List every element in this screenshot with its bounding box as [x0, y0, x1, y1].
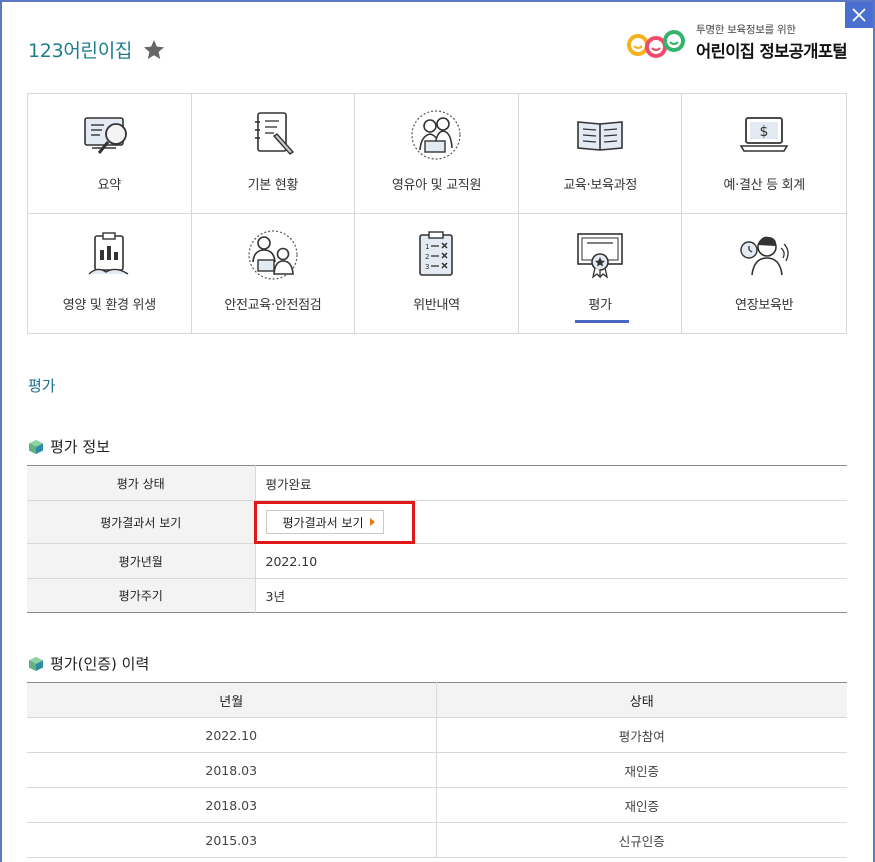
night-care-icon — [740, 236, 789, 276]
menu-item-label: 영양 및 환경 위생 — [62, 298, 156, 313]
notepad-pencil-icon — [254, 112, 294, 155]
portal-logo: 투명한 보육정보를 위한 어린이집 정보공개포털 — [626, 22, 848, 62]
menu-item-label: 예·결산 등 회계 — [723, 178, 805, 193]
svg-text:3: 3 — [425, 263, 429, 271]
history-status: 재인증 — [436, 787, 847, 823]
menu-item-label: 영유아 및 교직원 — [391, 178, 482, 193]
menu-item-nutrition-hygiene[interactable]: 영양 및 환경 위생 — [28, 214, 192, 333]
cube-bullet-icon — [29, 656, 43, 671]
teacher-child-icon — [411, 110, 462, 160]
menu-item-children-staff[interactable]: 영유아 및 교직원 — [355, 94, 519, 214]
cycle-label: 평가주기 — [27, 578, 256, 613]
clipboard-chart-icon — [88, 232, 129, 275]
history-date: 2018.03 — [27, 787, 437, 823]
history-table: 년월 상태 2022.10 평가참여 2018.03 재인증 2018.03 재… — [27, 682, 847, 858]
menu-item-violations[interactable]: 1 2 3 위반내역 — [355, 214, 519, 333]
table-row: 2018.03 재인증 — [27, 787, 847, 823]
history-date: 2015.03 — [27, 822, 437, 858]
menu-item-label: 위반내역 — [413, 298, 460, 313]
laptop-dollar-icon: $ — [739, 117, 789, 152]
history-status: 신규인증 — [436, 822, 847, 858]
history-status: 평가참여 — [436, 717, 847, 753]
table-row: 2015.03 신규인증 — [27, 822, 847, 858]
menu-item-label: 요약 — [97, 178, 122, 193]
view-report-button-label: 평가결과서 보기 — [282, 515, 364, 530]
eval-info-heading-text: 평가 정보 — [50, 438, 110, 456]
menu-item-label: 평가 — [588, 298, 612, 313]
table-row: 평가년월 2022.10 — [27, 543, 847, 579]
table-header-row: 년월 상태 — [27, 682, 847, 718]
history-date: 2018.03 — [27, 752, 437, 788]
menu-item-accounting[interactable]: $ 예·결산 등 회계 — [682, 94, 846, 214]
menu-item-summary[interactable]: 요약 — [28, 94, 192, 214]
close-icon — [852, 8, 866, 22]
logo-title: 어린이집 정보공개포털 — [696, 42, 848, 61]
summary-magnifier-icon — [84, 117, 128, 154]
logo-subtitle: 투명한 보육정보를 위한 — [696, 24, 796, 36]
triangle-right-icon — [369, 518, 375, 526]
active-tab-indicator — [574, 320, 629, 323]
menu-item-label: 교육·보육과정 — [563, 178, 637, 193]
table-row: 2022.10 평가참여 — [27, 717, 847, 753]
close-button[interactable] — [845, 2, 873, 28]
history-status: 재인증 — [436, 752, 847, 788]
safety-meeting-icon — [248, 230, 298, 280]
checklist-x-icon: 1 2 3 — [419, 231, 454, 276]
page-title: 123어린이집 — [28, 40, 133, 62]
table-row: 2018.03 재인증 — [27, 752, 847, 788]
column-header: 년월 — [27, 682, 437, 718]
svg-text:2: 2 — [425, 253, 429, 261]
menu-item-label: 기본 현황 — [247, 178, 299, 193]
category-menu: 요약 기본 현황 영유아 및 교직원 교육·보육과정 $ 예·결산 등 회계 영… — [27, 93, 847, 334]
menu-item-evaluation[interactable]: 평가 — [519, 214, 683, 333]
section-title: 평가 — [28, 377, 56, 395]
status-value: 평가완료 — [255, 465, 847, 501]
date-value: 2022.10 — [255, 543, 847, 579]
menu-item-label: 안전교육·안전점검 — [224, 298, 322, 313]
eval-info-table: 평가 상태 평가완료 평가결과서 보기 평가결과서 보기 평가년월 2022.1… — [27, 465, 847, 613]
header: 123어린이집 — [28, 36, 166, 63]
history-date: 2022.10 — [27, 717, 437, 753]
eval-info-heading: 평가 정보 — [28, 436, 110, 457]
status-label: 평가 상태 — [27, 465, 256, 501]
view-report-button[interactable]: 평가결과서 보기 — [265, 510, 384, 534]
report-cell: 평가결과서 보기 — [253, 500, 847, 544]
svg-text:$: $ — [760, 124, 769, 140]
menu-item-extended-care[interactable]: 연장보육반 — [682, 214, 846, 333]
report-label: 평가결과서 보기 — [27, 500, 256, 544]
history-heading-text: 평가(인증) 이력 — [50, 655, 150, 673]
logo-mark-icon — [627, 30, 686, 58]
report-button-wrap: 평가결과서 보기 — [253, 501, 415, 544]
menu-item-label: 연장보육반 — [735, 298, 794, 313]
certificate-icon — [577, 233, 623, 279]
column-header: 상태 — [436, 682, 847, 718]
menu-item-basic-status[interactable]: 기본 현황 — [191, 94, 356, 214]
date-label: 평가년월 — [27, 543, 256, 579]
cycle-value: 3년 — [265, 589, 285, 604]
table-row: 평가결과서 보기 평가결과서 보기 — [27, 500, 847, 544]
svg-text:1: 1 — [425, 243, 429, 251]
menu-item-safety[interactable]: 안전교육·안전점검 — [192, 214, 356, 333]
menu-item-curriculum[interactable]: 교육·보육과정 — [518, 94, 683, 214]
star-icon[interactable] — [142, 38, 166, 62]
table-row: 평가주기 3년 — [27, 578, 847, 613]
history-heading: 평가(인증) 이력 — [28, 653, 149, 674]
open-book-icon — [577, 121, 623, 151]
cube-bullet-icon — [29, 439, 43, 454]
table-row: 평가 상태 평가완료 — [27, 465, 847, 501]
